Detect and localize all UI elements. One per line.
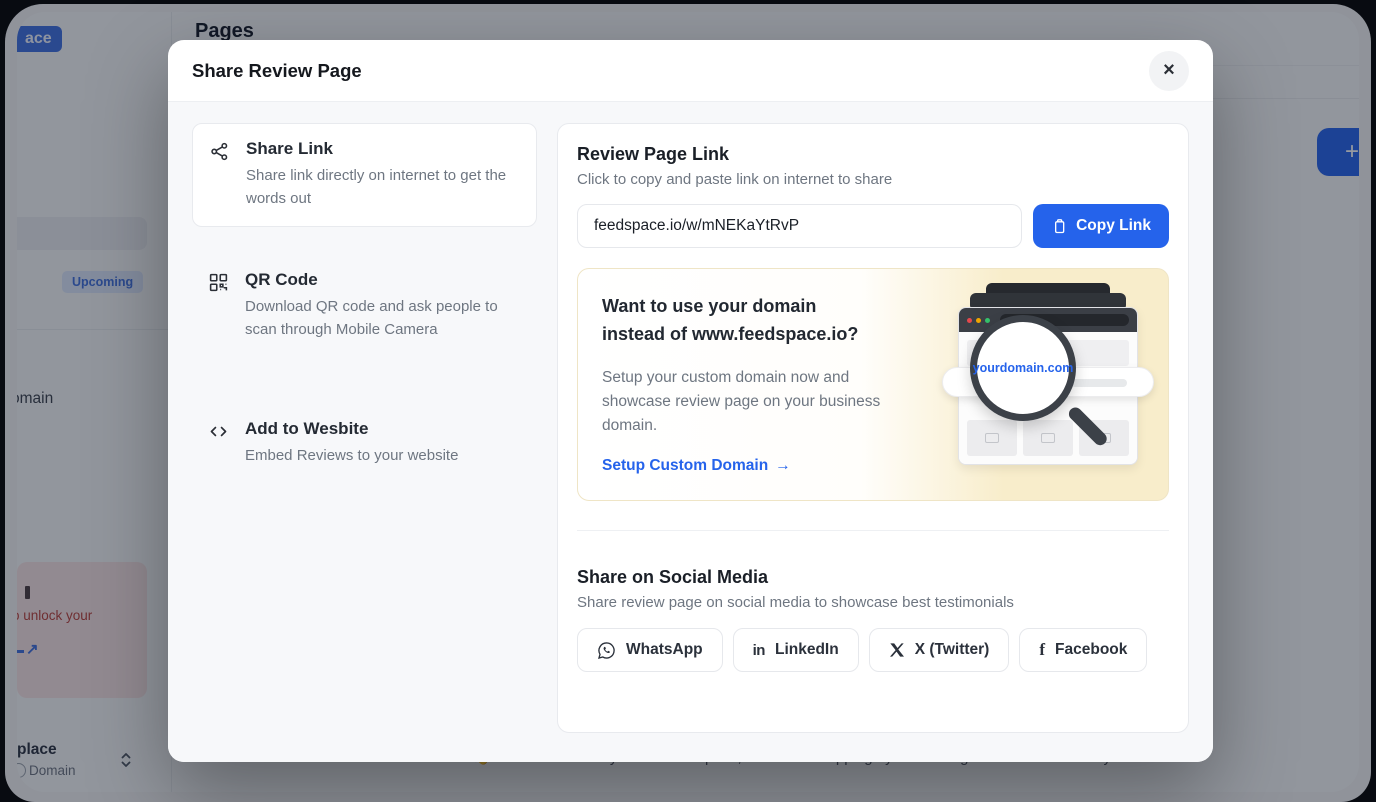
share-review-page-modal: Share Review Page × Share Link Share lin… — [168, 40, 1213, 762]
pill-text-placeholder — [1071, 379, 1127, 387]
linkedin-icon: in — [753, 642, 765, 659]
custom-domain-title: Want to use your domain instead of www.f… — [602, 293, 910, 349]
review-link-row: Copy Link — [577, 204, 1169, 248]
copy-link-button[interactable]: Copy Link — [1033, 204, 1169, 248]
image-placeholder-icon — [967, 420, 1017, 456]
social-section: Share on Social Media Share review page … — [577, 567, 1169, 672]
whatsapp-icon — [597, 641, 616, 660]
share-nodes-icon — [209, 139, 231, 211]
share-options-nav: Share Link Share link directly on intern… — [192, 123, 537, 733]
review-link-title: Review Page Link — [577, 144, 1169, 165]
social-title: Share on Social Media — [577, 567, 1169, 588]
section-divider — [577, 530, 1169, 531]
traffic-dot-yellow — [976, 318, 981, 323]
clipboard-icon — [1051, 218, 1067, 235]
review-link-input[interactable] — [577, 204, 1022, 248]
modal-body: Share Link Share link directly on intern… — [168, 102, 1213, 762]
nav-item-title: Share Link — [246, 139, 520, 159]
x-twitter-button[interactable]: X (Twitter) — [869, 628, 1010, 672]
nav-item-description: Share link directly on internet to get t… — [246, 164, 520, 211]
facebook-button[interactable]: f Facebook — [1019, 628, 1147, 672]
whatsapp-button[interactable]: WhatsApp — [577, 628, 723, 672]
close-icon: × — [1163, 59, 1175, 82]
review-link-subtitle: Click to copy and paste link on internet… — [577, 171, 1169, 188]
magnifier-lens: yourdomain.com — [970, 315, 1076, 421]
arrow-right-icon: → — [775, 457, 791, 475]
linkedin-button[interactable]: in LinkedIn — [733, 628, 859, 672]
nav-item-qr-code[interactable]: QR Code Download QR code and ask people … — [192, 255, 537, 357]
social-subtitle: Share review page on social media to sho… — [577, 594, 1169, 611]
nav-item-title: Add to Wesbite — [245, 419, 458, 439]
nav-item-title: QR Code — [245, 270, 521, 290]
nav-item-add-to-website[interactable]: Add to Wesbite Embed Reviews to your web… — [192, 404, 537, 482]
nav-item-description: Embed Reviews to your website — [245, 444, 458, 467]
yourdomain-text: yourdomain.com — [973, 361, 1074, 375]
close-button[interactable]: × — [1149, 51, 1189, 91]
modal-header: Share Review Page × — [168, 40, 1213, 102]
modal-title: Share Review Page — [192, 60, 362, 82]
share-link-panel: Review Page Link Click to copy and paste… — [557, 123, 1189, 733]
domain-illustration: yourdomain.com — [958, 279, 1138, 484]
qr-code-icon — [208, 270, 230, 342]
setup-custom-domain-link[interactable]: Setup Custom Domain → — [602, 457, 791, 475]
social-buttons: WhatsApp in LinkedIn X (Twitter) — [577, 628, 1169, 672]
traffic-dot-red — [967, 318, 972, 323]
nav-item-share-link[interactable]: Share Link Share link directly on intern… — [192, 123, 537, 227]
nav-item-description: Download QR code and ask people to scan … — [245, 295, 521, 342]
custom-domain-card: Want to use your domain instead of www.f… — [577, 268, 1169, 501]
image-placeholder-icon — [1023, 420, 1073, 456]
screen: ace Pages Upcoming omain o unlock your ↗… — [0, 0, 1376, 802]
custom-domain-text: Want to use your domain instead of www.f… — [602, 293, 910, 475]
facebook-icon: f — [1039, 640, 1045, 660]
code-icon — [208, 419, 230, 467]
custom-domain-description: Setup your custom domain now and showcas… — [602, 366, 910, 438]
x-twitter-icon — [889, 642, 905, 658]
traffic-dot-green — [985, 318, 990, 323]
